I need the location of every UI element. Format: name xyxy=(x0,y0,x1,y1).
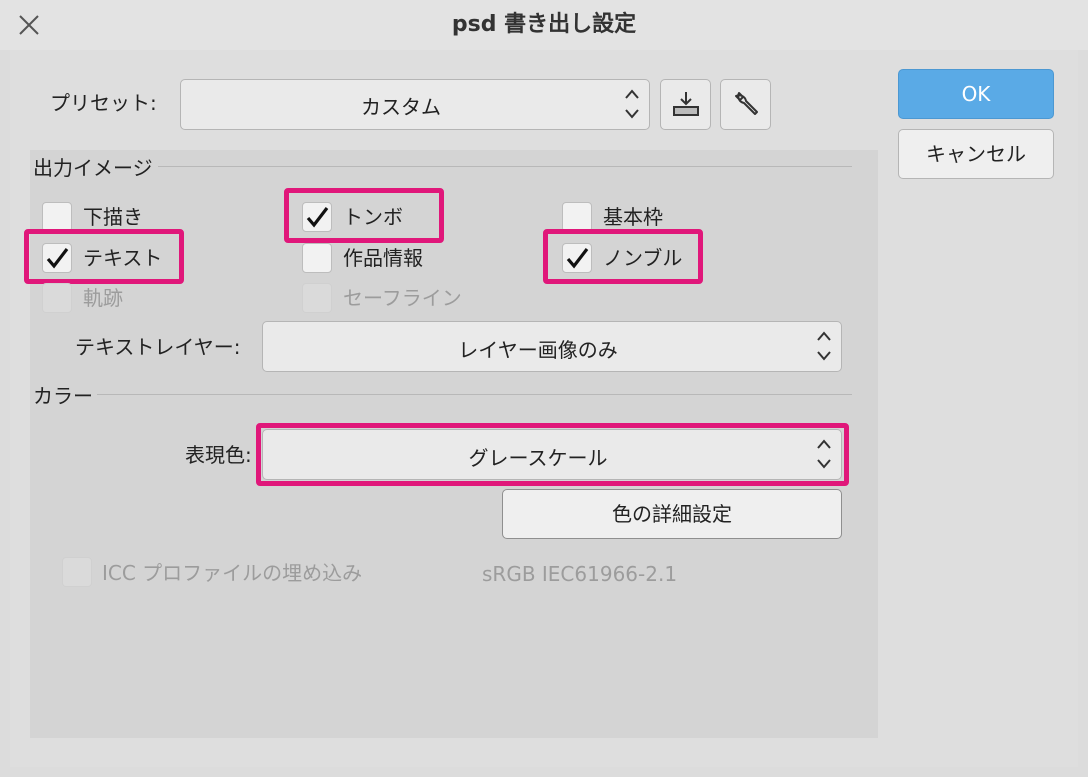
embed-icc-label: ICC プロファイルの埋め込み xyxy=(102,561,363,585)
checkbox-page-number-label: ノンブル xyxy=(603,246,683,270)
icc-profile-name: sRGB IEC61966-2.1 xyxy=(482,562,678,586)
color-mode-value: グレースケール xyxy=(468,446,608,470)
close-icon[interactable] xyxy=(16,12,42,38)
chevron-updown-icon xyxy=(817,331,831,361)
chevron-updown-icon xyxy=(817,439,831,469)
preset-dropdown[interactable]: カスタム xyxy=(180,79,650,130)
preset-label: プリセット: xyxy=(50,91,157,115)
checkbox-page-number[interactable] xyxy=(562,243,592,273)
color-mode-dropdown[interactable]: グレースケール xyxy=(262,429,842,480)
text-layer-label: テキストレイヤー: xyxy=(75,335,241,359)
save-preset-icon xyxy=(673,92,699,116)
checkbox-basic-frame[interactable] xyxy=(562,202,592,232)
color-heading: カラー xyxy=(33,384,93,408)
color-detail-button[interactable]: 色の詳細設定 xyxy=(502,489,842,539)
checkbox-draft-label: 下描き xyxy=(83,205,143,229)
checkbox-safe-line-label: セーフライン xyxy=(343,286,462,310)
output-image-heading: 出力イメージ xyxy=(33,156,153,180)
checkbox-trajectory xyxy=(42,283,72,313)
text-layer-value: レイヤー画像のみ xyxy=(458,338,618,362)
checkbox-draft[interactable] xyxy=(42,202,72,232)
save-preset-button[interactable] xyxy=(660,79,711,130)
checkbox-work-info-label: 作品情報 xyxy=(343,246,423,270)
checkbox-text[interactable] xyxy=(42,243,72,273)
check-icon xyxy=(306,207,329,228)
checkbox-embed-icc xyxy=(62,557,92,587)
checkbox-trim-marks[interactable] xyxy=(302,202,332,232)
checkbox-basic-frame-label: 基本枠 xyxy=(603,205,663,229)
wrench-icon xyxy=(735,92,758,115)
checkbox-text-label: テキスト xyxy=(83,246,163,270)
color-mode-label: 表現色: xyxy=(185,443,252,467)
checkbox-trajectory-label: 軌跡 xyxy=(83,286,123,310)
chevron-updown-icon xyxy=(625,89,639,119)
text-layer-dropdown[interactable]: レイヤー画像のみ xyxy=(262,321,842,372)
window-title: psd 書き出し設定 xyxy=(451,12,637,37)
ok-button[interactable]: OK xyxy=(898,69,1054,119)
checkbox-trim-marks-label: トンボ xyxy=(343,205,403,229)
cancel-button[interactable]: キャンセル xyxy=(898,129,1054,179)
check-icon xyxy=(566,248,589,269)
preset-settings-button[interactable] xyxy=(720,79,771,130)
preset-value: カスタム xyxy=(361,95,441,119)
section-divider xyxy=(158,166,852,167)
checkbox-work-info[interactable] xyxy=(302,243,332,273)
check-icon xyxy=(46,248,69,269)
checkbox-safe-line xyxy=(302,283,332,313)
section-divider xyxy=(97,394,852,395)
